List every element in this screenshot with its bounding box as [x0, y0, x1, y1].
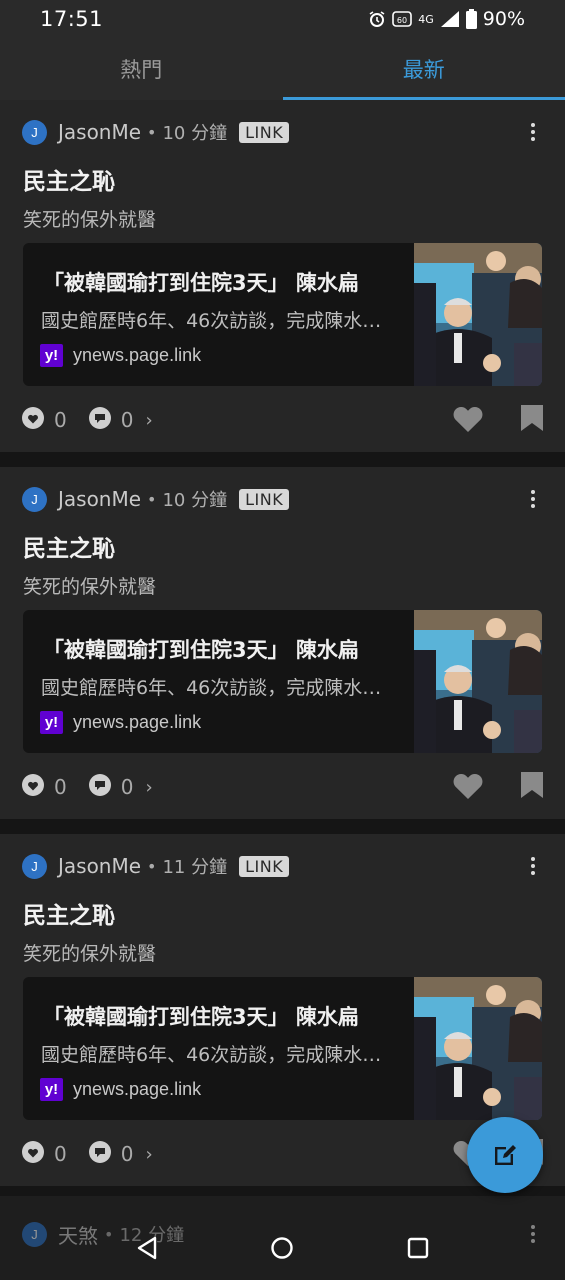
tab-popular[interactable]: 熱門 [0, 38, 283, 100]
comment-count: 0 [120, 775, 134, 799]
comment-count: 0 [120, 408, 134, 432]
link-domain: ynews.page.link [73, 1079, 202, 1099]
post-header: J JasonMe • 10 分鐘 LINK [22, 486, 543, 512]
svg-text:60: 60 [397, 16, 407, 25]
status-time: 17:51 [40, 7, 104, 31]
post-time: 10 分鐘 [162, 123, 228, 144]
separator-dot: • [147, 122, 157, 142]
recents-icon[interactable] [407, 1237, 429, 1263]
post-header: J JasonMe • 10 分鐘 LINK [22, 119, 543, 145]
link-badge: LINK [239, 121, 290, 143]
signal-icon [440, 10, 460, 28]
alarm-icon [368, 10, 386, 28]
link-badge: LINK [239, 855, 290, 877]
post-subtitle: 笑死的保外就醫 [23, 209, 157, 231]
link-domain: ynews.page.link [73, 345, 202, 365]
post-actions: 0 0 › [22, 772, 543, 802]
link-source: y! ynews.page.link [40, 344, 201, 367]
author-name[interactable]: JasonMe [58, 854, 141, 878]
like-heart-icon[interactable] [453, 405, 483, 436]
like-count-icon[interactable] [22, 1141, 44, 1167]
post-header: J JasonMe • 11 分鐘 LINK [22, 853, 543, 879]
link-description: 國史館歷時6年、46次訪談，完成陳水扁口述歷史 [41, 677, 391, 699]
like-count-icon[interactable] [22, 407, 44, 433]
link-description: 國史館歷時6年、46次訪談，完成陳水扁口述歷史 [41, 310, 391, 332]
like-count: 0 [54, 775, 67, 799]
author-name[interactable]: JasonMe [58, 487, 141, 511]
battery-percent: 90% [482, 8, 525, 30]
link-title: 「被韓國瑜打到住院3天」 陳水扁 [43, 638, 359, 662]
author-name[interactable]: JasonMe [58, 120, 141, 144]
chevron-right-icon[interactable]: › [145, 1144, 152, 1165]
yahoo-icon: y! [40, 1078, 63, 1101]
compose-button[interactable] [467, 1117, 543, 1193]
bookmark-icon[interactable] [521, 772, 543, 802]
link-preview[interactable]: 「被韓國瑜打到住院3天」 陳水扁 國史館歷時6年、46次訪談，完成陳水扁口述歷史… [23, 610, 542, 753]
like-count: 0 [54, 1142, 67, 1166]
avatar[interactable]: J [22, 853, 47, 879]
post-card[interactable]: J JasonMe • 10 分鐘 LINK 民主之恥 笑死的保外就醫 「被韓國… [0, 100, 565, 452]
post-time: 11 分鐘 [162, 857, 228, 878]
comment-count: 0 [120, 1142, 134, 1166]
chevron-right-icon[interactable]: › [145, 777, 152, 798]
post-card[interactable]: J JasonMe • 10 分鐘 LINK 民主之恥 笑死的保外就醫 「被韓國… [0, 467, 565, 819]
comment-count-icon[interactable] [88, 407, 111, 433]
link-thumbnail [414, 610, 542, 753]
like-count-icon[interactable] [22, 774, 44, 800]
comment-count-icon[interactable] [88, 1141, 111, 1167]
post-actions: 0 0 › [22, 1139, 543, 1169]
system-nav-bar [0, 1220, 565, 1280]
link-badge: LINK [239, 488, 290, 510]
tab-latest[interactable]: 最新 [282, 38, 565, 100]
link-thumbnail [414, 243, 542, 386]
post-actions: 0 0 › [22, 405, 543, 435]
status-icons: 60 4G 90% [368, 8, 525, 30]
post-title: 民主之恥 [23, 903, 115, 929]
link-description: 國史館歷時6年、46次訪談，完成陳水扁口述歷史 [41, 1044, 391, 1066]
post-subtitle: 笑死的保外就醫 [23, 576, 157, 598]
status-bar: 17:51 60 4G 90% [0, 0, 565, 38]
like-heart-icon[interactable] [453, 772, 483, 803]
link-preview[interactable]: 「被韓國瑜打到住院3天」 陳水扁 國史館歷時6年、46次訪談，完成陳水扁口述歷史… [23, 243, 542, 386]
more-options-icon[interactable] [523, 854, 543, 878]
link-source: y! ynews.page.link [40, 711, 201, 734]
separator-dot: • [147, 856, 157, 876]
avatar[interactable]: J [22, 119, 47, 145]
more-options-icon[interactable] [523, 120, 543, 144]
bookmark-icon[interactable] [521, 405, 543, 435]
post-title: 民主之恥 [23, 536, 115, 562]
link-source: y! ynews.page.link [40, 1078, 201, 1101]
edit-icon [495, 1145, 516, 1165]
chevron-right-icon[interactable]: › [145, 410, 152, 431]
link-thumbnail [414, 977, 542, 1120]
link-title: 「被韓國瑜打到住院3天」 陳水扁 [43, 271, 359, 295]
tab-bar: 熱門 最新 [0, 38, 565, 100]
avatar[interactable]: J [22, 486, 47, 512]
battery-icon [465, 9, 477, 29]
link-domain: ynews.page.link [73, 712, 202, 732]
network-type-icon: 4G [418, 12, 434, 26]
yahoo-icon: y! [40, 711, 63, 734]
home-icon[interactable] [270, 1236, 294, 1264]
yahoo-icon: y! [40, 344, 63, 367]
post-title: 民主之恥 [23, 169, 115, 195]
hd-icon: 60 [392, 10, 413, 28]
more-options-icon[interactable] [523, 487, 543, 511]
link-title: 「被韓國瑜打到住院3天」 陳水扁 [43, 1005, 359, 1029]
separator-dot: • [147, 489, 157, 509]
back-icon[interactable] [136, 1236, 158, 1264]
link-preview[interactable]: 「被韓國瑜打到住院3天」 陳水扁 國史館歷時6年、46次訪談，完成陳水扁口述歷史… [23, 977, 542, 1120]
comment-count-icon[interactable] [88, 774, 111, 800]
post-subtitle: 笑死的保外就醫 [23, 943, 157, 965]
post-time: 10 分鐘 [162, 490, 228, 511]
like-count: 0 [54, 408, 67, 432]
